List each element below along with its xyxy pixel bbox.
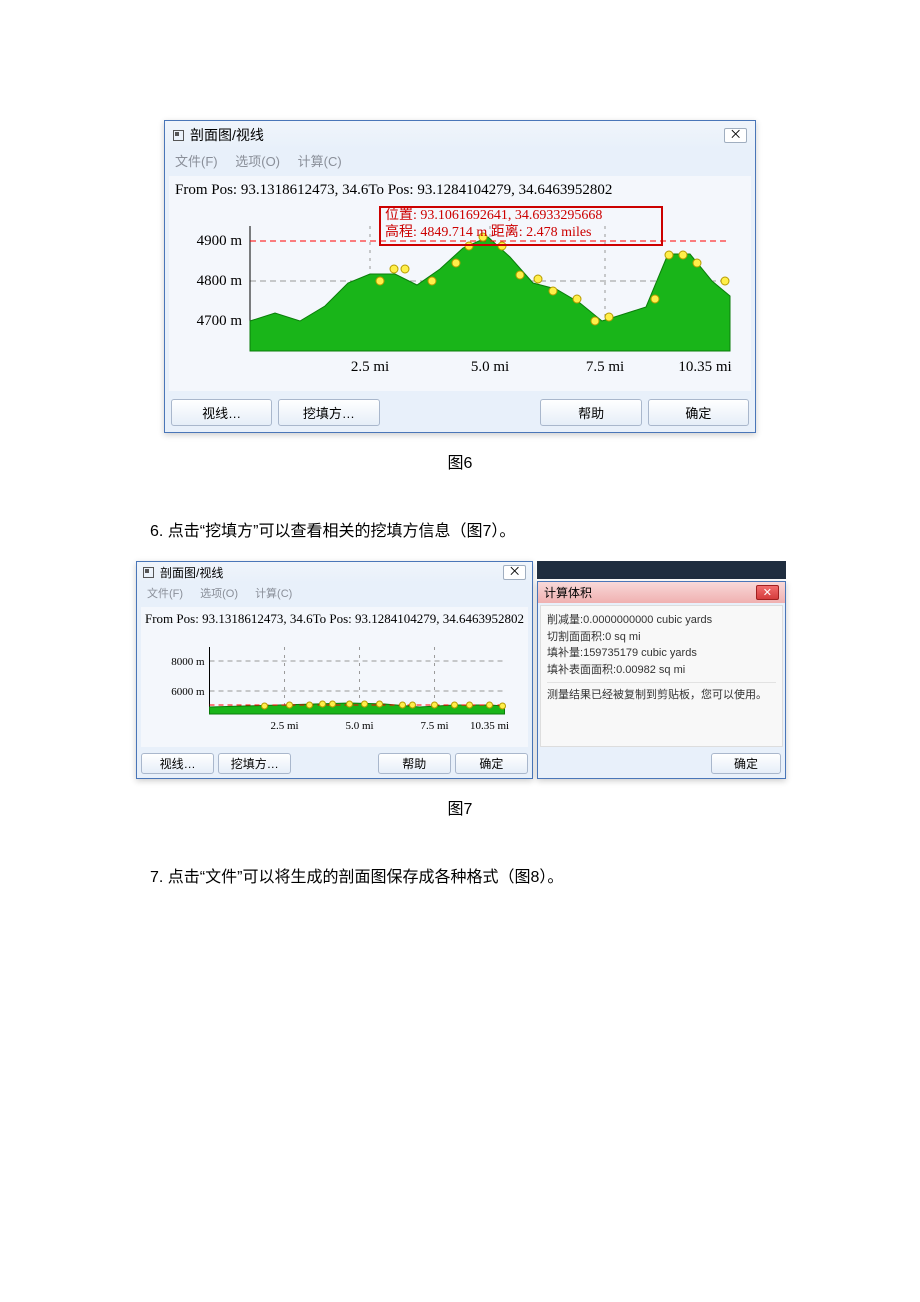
- fill-area: 填补表面面积:0.00982 sq mi: [547, 662, 776, 679]
- window-title: 剖面图/视线: [190, 125, 724, 145]
- fig7-left-titlebar[interactable]: 剖面图/视线 ⨉: [137, 562, 532, 583]
- x-tick-25: 2.5 mi: [270, 720, 298, 732]
- volume-title: 计算体积: [544, 584, 756, 601]
- ok-button[interactable]: 确定: [648, 399, 749, 426]
- cut-volume: 削减量:0.0000000000 cubic yards: [547, 612, 776, 629]
- menu-file[interactable]: 文件(F): [175, 154, 218, 169]
- from-to-pos: From Pos: 93.1318612473, 34.6To Pos: 93.…: [145, 611, 524, 627]
- y-tick-8000: 8000 m: [171, 656, 205, 668]
- close-button[interactable]: ⨉: [503, 565, 526, 580]
- ok-button[interactable]: 确定: [455, 753, 528, 774]
- fig7-container: 剖面图/视线 ⨉ 文件(F) 选项(O) 计算(C) From Pos: 93.…: [136, 561, 786, 779]
- menubar: 文件(F) 选项(O) 计算(C): [137, 583, 532, 603]
- y-tick-4900: 4900 m: [197, 233, 243, 249]
- menu-file[interactable]: 文件(F): [147, 588, 183, 600]
- fig7-volume-window: 计算体积 ✕ 削减量:0.0000000000 cubic yards 切割面面…: [537, 581, 786, 779]
- y-tick-4800: 4800 m: [197, 273, 243, 289]
- los-button[interactable]: 视线…: [171, 399, 272, 426]
- from-to-pos: From Pos: 93.1318612473, 34.6To Pos: 93.…: [175, 182, 745, 199]
- clipboard-note: 测量结果已经被复制到剪贴板，您可以使用。: [547, 682, 776, 704]
- help-button[interactable]: 帮助: [540, 399, 641, 426]
- cutfill-button[interactable]: 挖填方…: [278, 399, 379, 426]
- menu-calc[interactable]: 计算(C): [298, 154, 342, 169]
- cut-area: 切割面面积:0 sq mi: [547, 629, 776, 646]
- fig7-caption: 图7: [140, 795, 780, 819]
- volume-body: 削减量:0.0000000000 cubic yards 切割面面积:0 sq …: [540, 605, 783, 747]
- y-tick-4700: 4700 m: [197, 313, 243, 329]
- fig6-window: 剖面图/视线 ⨉ 文件(F) 选项(O) 计算(C) From Pos: 93.…: [164, 120, 756, 433]
- x-tick-1035: 10.35 mi: [678, 359, 731, 375]
- elevation-chart: 4900 m 4800 m 4700 m 2.5 mi 5.0 mi 7.5 m…: [179, 201, 741, 381]
- menu-options[interactable]: 选项(O): [235, 154, 280, 169]
- app-icon: [143, 567, 154, 578]
- x-tick-50: 5.0 mi: [471, 359, 509, 375]
- cutfill-button[interactable]: 挖填方…: [218, 753, 291, 774]
- help-button[interactable]: 帮助: [378, 753, 451, 774]
- fig7-left-window: 剖面图/视线 ⨉ 文件(F) 选项(O) 计算(C) From Pos: 93.…: [136, 561, 533, 779]
- x-tick-75: 7.5 mi: [586, 359, 624, 375]
- ok-button[interactable]: 确定: [711, 753, 781, 774]
- close-button[interactable]: ✕: [756, 585, 779, 600]
- menubar: 文件(F) 选项(O) 计算(C): [165, 149, 755, 172]
- volume-button-row: 确定: [538, 749, 785, 778]
- elevation-chart: 8000 m 6000 m 2.5 mi 5.0 mi 7.5 mi 10.35…: [149, 629, 520, 739]
- los-button[interactable]: 视线…: [141, 753, 214, 774]
- fig6-caption: 图6: [140, 449, 780, 473]
- paragraph-6: 6. 点击“挖填方”可以查看相关的挖填方信息（图7）。: [150, 517, 780, 541]
- volume-titlebar[interactable]: 计算体积 ✕: [538, 582, 785, 603]
- button-row: 视线… 挖填方… 帮助 确定: [137, 751, 532, 778]
- x-tick-50: 5.0 mi: [345, 720, 373, 732]
- area-series: [250, 237, 730, 351]
- menu-calc[interactable]: 计算(C): [255, 588, 292, 600]
- cursor-callout-pos: 位置: 93.1061692641, 34.6933295668: [385, 207, 602, 225]
- menu-options[interactable]: 选项(O): [200, 588, 238, 600]
- fill-volume: 填补量:159735179 cubic yards: [547, 645, 776, 662]
- window-body: From Pos: 93.1318612473, 34.6To Pos: 93.…: [169, 176, 751, 391]
- paragraph-7: 7. 点击“文件”可以将生成的剖面图保存成各种格式（图8）。: [150, 863, 780, 887]
- x-tick-25: 2.5 mi: [351, 359, 389, 375]
- window-body: From Pos: 93.1318612473, 34.6To Pos: 93.…: [141, 607, 528, 747]
- x-tick-75: 7.5 mi: [420, 720, 448, 732]
- cursor-callout-elev: 高程: 4849.714 m 距离: 2.478 miles: [385, 224, 592, 242]
- dark-banner: [537, 561, 786, 579]
- close-button[interactable]: ⨉: [724, 128, 747, 143]
- x-tick-1035: 10.35 mi: [470, 720, 509, 732]
- app-icon: [173, 130, 184, 141]
- button-row: 视线… 挖填方… 帮助 确定: [165, 395, 755, 432]
- window-title: 剖面图/视线: [160, 564, 503, 581]
- fig6-titlebar[interactable]: 剖面图/视线 ⨉: [165, 121, 755, 149]
- y-tick-6000: 6000 m: [171, 686, 205, 698]
